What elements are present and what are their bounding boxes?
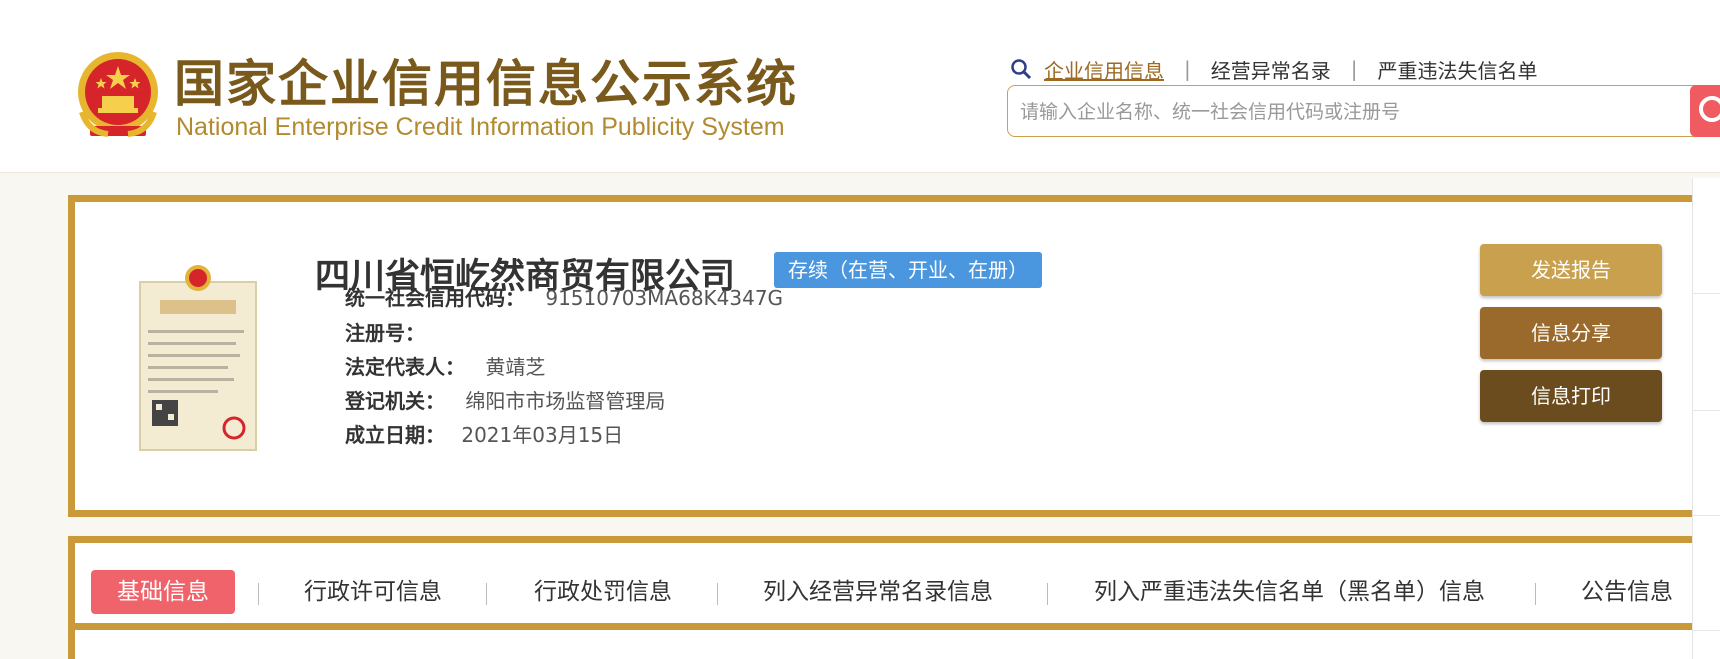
top-nav-separator: | <box>1350 57 1358 81</box>
top-nav-blacklist[interactable]: 严重违法失信名单 <box>1378 55 1538 84</box>
tab-card: 基础信息 行政许可信息 行政处罚信息 列入经营异常名录信息 列入严重违法失信名单… <box>68 536 1720 659</box>
field-legal-representative: 法定代表人： 黄靖芝 <box>345 351 545 380</box>
tab-separator <box>717 583 718 605</box>
tab-separator <box>486 583 487 605</box>
search-icon <box>1699 96 1720 122</box>
tab-announcements[interactable]: 公告信息 <box>1581 570 1673 614</box>
status-badge: 存续（在营、开业、在册） <box>774 252 1042 288</box>
tab-bar: 基础信息 行政许可信息 行政处罚信息 列入经营异常名录信息 列入严重违法失信名单… <box>75 543 1720 630</box>
site-title-cn: 国家企业信用信息公示系统 <box>174 55 798 113</box>
send-report-button[interactable]: 发送报告 <box>1480 244 1662 296</box>
top-nav-abnormal-list[interactable]: 经营异常名录 <box>1211 55 1331 84</box>
tab-basic-info[interactable]: 基础信息 <box>91 570 235 614</box>
business-license-icon[interactable] <box>138 262 258 452</box>
field-establishment-date: 成立日期： 2021年03月15日 <box>345 419 623 448</box>
tab-separator <box>1047 583 1048 605</box>
share-info-button[interactable]: 信息分享 <box>1480 307 1662 359</box>
search-button[interactable] <box>1690 85 1720 137</box>
top-nav: 企业信用信息 | 经营异常名录 | 严重违法失信名单 <box>1010 54 1538 84</box>
tab-abnormal-operation[interactable]: 列入经营异常名录信息 <box>763 570 993 614</box>
field-value: 绵阳市市场监督管理局 <box>465 389 666 413</box>
magnifier-icon <box>1011 59 1032 80</box>
field-label: 成立日期： <box>345 423 445 447</box>
top-nav-separator: | <box>1184 57 1191 81</box>
field-label: 注册号： <box>345 321 425 345</box>
toolbar-divider <box>1693 515 1720 516</box>
search-box <box>1007 85 1720 137</box>
toolbar-divider <box>1693 293 1720 294</box>
tab-administrative-license[interactable]: 行政许可信息 <box>304 570 442 614</box>
right-side-toolbar <box>1692 178 1720 659</box>
site-header: 国家企业信用信息公示系统 National Enterprise Credit … <box>0 0 1720 173</box>
top-nav-enterprise-credit[interactable]: 企业信用信息 <box>1044 55 1164 84</box>
site-title-en: National Enterprise Credit Information P… <box>176 113 785 141</box>
field-credit-code: 统一社会信用代码： 91510703MA68K4347G <box>345 282 783 311</box>
tab-separator <box>1535 583 1536 605</box>
tab-serious-violation-blacklist[interactable]: 列入严重违法失信名单（黑名单）信息 <box>1094 570 1485 614</box>
field-registration-authority: 登记机关： 绵阳市市场监督管理局 <box>345 385 665 414</box>
field-registration-number: 注册号： <box>345 317 425 346</box>
field-value: 2021年03月15日 <box>461 423 624 447</box>
toolbar-divider <box>1693 630 1720 631</box>
field-label: 登记机关： <box>345 389 445 413</box>
toolbar-divider <box>1693 410 1720 411</box>
tab-administrative-penalty[interactable]: 行政处罚信息 <box>534 570 672 614</box>
company-info-card: 四川省恒屹然商贸有限公司 存续（在营、开业、在册） 统一社会信用代码： 9151… <box>68 195 1720 517</box>
field-value: 黄靖芝 <box>485 355 546 379</box>
field-value: 91510703MA68K4347G <box>545 286 784 310</box>
print-info-button[interactable]: 信息打印 <box>1480 370 1662 422</box>
field-label: 法定代表人： <box>345 355 465 379</box>
field-label: 统一社会信用代码： <box>345 286 525 310</box>
national-emblem-icon <box>78 52 158 137</box>
search-input[interactable] <box>1018 94 1682 130</box>
tab-separator <box>258 583 259 605</box>
